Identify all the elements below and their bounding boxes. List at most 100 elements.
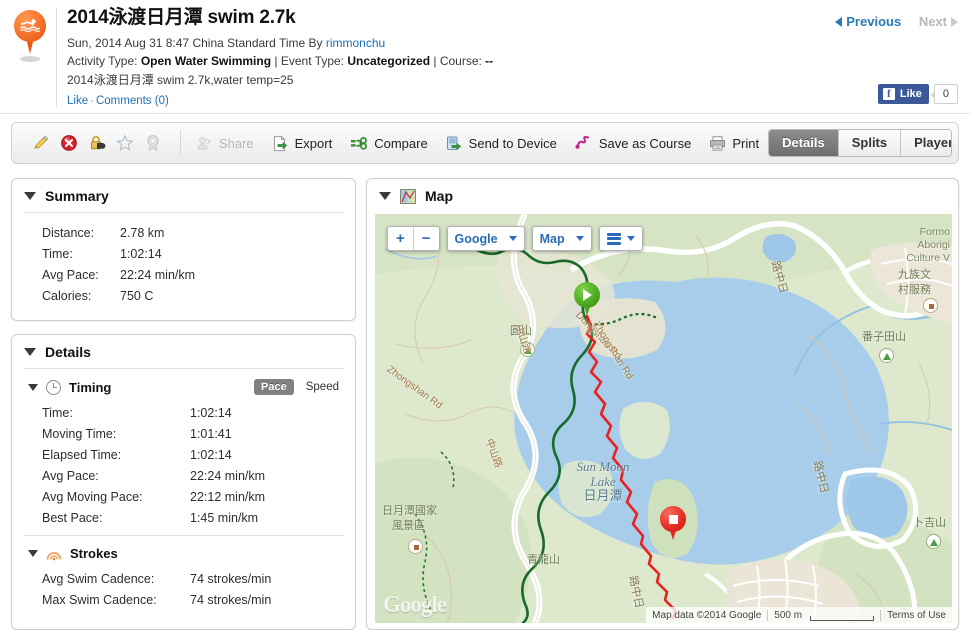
- toggle-pace[interactable]: Pace: [254, 379, 294, 395]
- summary-row-distance: Distance: 2.78 km: [42, 223, 355, 244]
- summary-key: Distance:: [42, 226, 95, 240]
- collapse-caret-icon[interactable]: [379, 192, 391, 200]
- details-title: Details: [45, 344, 91, 360]
- next-link[interactable]: Next: [919, 14, 958, 29]
- summary-key: Calories:: [42, 289, 92, 303]
- facebook-like-count: 0: [930, 84, 958, 104]
- timing-key: Best Pace:: [42, 511, 103, 525]
- delete-icon[interactable]: [60, 134, 78, 152]
- strokes-icon: [46, 551, 62, 560]
- map-layers-dropdown[interactable]: [598, 226, 643, 251]
- favorite-star-icon[interactable]: [116, 134, 134, 152]
- chevron-left-icon: [835, 17, 843, 27]
- summary-value: 22:24 min/km: [120, 268, 196, 282]
- timing-value: 1:45 min/km: [190, 511, 259, 525]
- timing-value: 1:02:14: [190, 448, 232, 462]
- comments-link[interactable]: Comments (0): [96, 95, 169, 107]
- next-label: Next: [918, 14, 947, 29]
- map-controls: + − Google Map: [387, 226, 643, 251]
- facebook-like-button[interactable]: f Like: [877, 84, 929, 104]
- timing-key: Elapsed Time:: [42, 448, 122, 462]
- datetime-text: Sun, 2014 Aug 31 8:47 China Standard Tim…: [67, 35, 326, 50]
- strokes-key: Max Swim Cadence:: [42, 593, 157, 607]
- chevron-down-icon: [575, 236, 584, 241]
- swimmer-icon: [20, 19, 40, 32]
- share-button[interactable]: Share: [187, 129, 263, 157]
- facebook-icon: f: [882, 88, 895, 100]
- export-icon: [273, 135, 287, 151]
- details-panel: Details Timing Pace Speed Time: 1:02:14 …: [11, 334, 356, 630]
- collapse-caret-icon[interactable]: [28, 550, 38, 557]
- tab-splits[interactable]: Splits: [838, 130, 902, 156]
- details-panel-header[interactable]: Details: [12, 335, 355, 368]
- timing-row-moving-time: Moving Time: 1:01:41: [42, 424, 355, 445]
- share-icon: [197, 136, 212, 149]
- strokes-value: 74 strokes/min: [190, 572, 272, 586]
- collapse-caret-icon[interactable]: [28, 383, 38, 391]
- zoom-in-button[interactable]: +: [388, 227, 414, 250]
- send-to-device-button[interactable]: Send to Device: [437, 129, 566, 157]
- author-link[interactable]: rimmonchu: [326, 36, 385, 50]
- toggle-speed[interactable]: Speed: [302, 379, 343, 395]
- layers-icon: [600, 232, 623, 245]
- timing-row-avg-pace: Avg Pace: 22:24 min/km: [42, 466, 355, 487]
- course-squiggle-icon: [575, 135, 589, 149]
- tab-player[interactable]: Player: [901, 130, 952, 156]
- header-divider: [0, 113, 970, 114]
- chevron-down-icon: [508, 236, 517, 241]
- edit-icon[interactable]: [32, 134, 50, 152]
- map-panel-header[interactable]: Map: [367, 179, 958, 212]
- print-button[interactable]: Print: [700, 129, 768, 157]
- summary-key: Time:: [42, 247, 73, 261]
- map-type-label: Map: [539, 231, 565, 246]
- strokes-row-avg-cadence: Avg Swim Cadence: 74 strokes/min: [42, 569, 355, 590]
- map-scale-label: 500 m: [767, 609, 808, 621]
- summary-row-time: Time: 1:02:14: [42, 244, 355, 265]
- timing-key: Avg Pace:: [42, 469, 99, 483]
- start-marker[interactable]: [574, 282, 600, 318]
- end-marker[interactable]: [660, 506, 686, 542]
- chevron-down-icon: [626, 236, 635, 241]
- compare-button[interactable]: Compare: [341, 129, 436, 157]
- collapse-caret-icon[interactable]: [24, 348, 36, 356]
- export-button[interactable]: Export: [263, 129, 342, 157]
- privacy-lock-icon[interactable]: [88, 134, 106, 152]
- like-link[interactable]: Like: [67, 95, 88, 107]
- summary-title: Summary: [45, 188, 109, 204]
- terms-of-use-link[interactable]: Terms of Use: [880, 609, 952, 621]
- map-thumbnail-icon: [400, 188, 416, 204]
- summary-key: Avg Pace:: [42, 268, 99, 282]
- timing-row-time: Time: 1:02:14: [42, 403, 355, 424]
- map-type-dropdown[interactable]: Map: [531, 226, 592, 251]
- activity-type-line: Activity Type: Open Water Swimming | Eve…: [67, 52, 958, 71]
- facebook-like-widget[interactable]: f Like 0: [877, 84, 958, 104]
- print-label: Print: [732, 135, 760, 151]
- map-provider-dropdown[interactable]: Google: [446, 226, 525, 251]
- export-label: Export: [294, 135, 333, 151]
- timing-value: 22:24 min/km: [190, 469, 266, 483]
- summary-row-calories: Calories: 750 C: [42, 286, 355, 307]
- award-medal-icon: [147, 135, 159, 152]
- summary-panel: Summary Distance: 2.78 km Time: 1:02:14 …: [11, 178, 356, 321]
- toolbar-icon-group: [18, 134, 174, 152]
- summary-panel-header[interactable]: Summary: [12, 179, 355, 212]
- map-canvas[interactable]: Sun Moon Lake 日月潭 圓山 番子田山 青龍山 卜吉山 日月潭國家 …: [375, 214, 952, 623]
- timing-row-best-pace: Best Pace: 1:45 min/km: [42, 508, 355, 529]
- tab-details[interactable]: Details: [769, 130, 839, 156]
- activity-description: 2014泳渡日月潭 swim 2.7k,water temp=25: [67, 73, 294, 88]
- save-as-course-button[interactable]: Save as Course: [566, 129, 701, 157]
- zoom-control[interactable]: + −: [387, 226, 440, 251]
- strokes-row-max-cadence: Max Swim Cadence: 74 strokes/min: [42, 590, 355, 611]
- course-value: --: [485, 54, 494, 69]
- poi-marker-icon: [408, 539, 423, 554]
- poi-marker-icon: [923, 298, 938, 313]
- collapse-caret-icon[interactable]: [24, 192, 36, 200]
- timing-row-elapsed-time: Elapsed Time: 1:02:14: [42, 445, 355, 466]
- map-tiles: [375, 214, 952, 623]
- timing-key: Moving Time:: [42, 427, 117, 441]
- summary-row-avg-pace: Avg Pace: 22:24 min/km: [42, 265, 355, 286]
- hill-marker-icon: [520, 342, 535, 357]
- previous-label: Previous: [846, 14, 902, 29]
- previous-link[interactable]: Previous: [835, 14, 901, 29]
- zoom-out-button[interactable]: −: [414, 227, 439, 250]
